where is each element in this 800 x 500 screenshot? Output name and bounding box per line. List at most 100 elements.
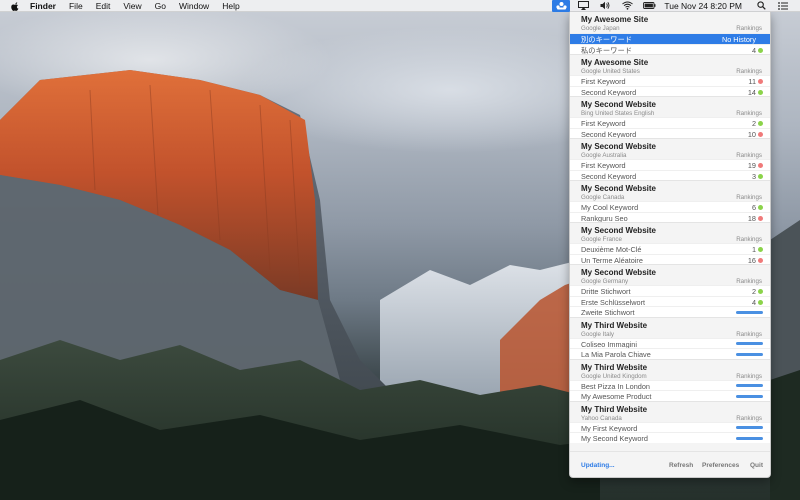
keyword-row[interactable]: Zweite Stichwort [570,306,770,317]
rankings-column-header: Rankings [736,152,762,159]
update-status: Updating... [581,462,615,469]
keyword-row[interactable]: Dritte Stichwort 2 [570,285,770,296]
refresh-button[interactable]: Refresh [669,462,693,469]
site-name: My Second Website [581,184,656,193]
site-header: My Second Website Google Germany Rankings [570,264,770,285]
battery-icon[interactable] [640,0,658,12]
rank-up-indicator-icon [758,205,763,210]
search-engine-label: Google Australia [581,152,627,159]
loading-progress-bar [736,436,763,440]
rankings-column-header: Rankings [736,278,762,285]
rankings-column-header: Rankings [736,25,762,32]
search-engine-label: Google United States [581,68,640,75]
site-header: My Second Website Google Australia Ranking… [570,138,770,159]
keyword-row[interactable]: My Cool Keyword 6 [570,201,770,212]
search-engine-label: Google Italy [581,330,615,338]
keyword-row[interactable]: 別のキーワード No History [570,33,770,44]
menu-go[interactable]: Go [155,0,166,12]
rank-up-indicator-icon [758,247,763,252]
site-header: My Second Website Google France Rankings [570,222,770,243]
loading-progress-bar [736,426,763,429]
rankings-dropdown-panel: My Awesome Site Google Japan Rankings 別のキーワ… [569,12,771,478]
wifi-icon[interactable] [618,0,636,12]
keyword-row[interactable]: First Keyword 11 [570,75,770,86]
rankings-column-header: Rankings [736,330,762,338]
menu-edit[interactable]: Edit [96,0,111,12]
volume-icon[interactable] [596,0,614,12]
site-header: My Third Website Google United Kingdom Ran… [570,358,770,380]
site-header: My Third Website Google Italy Rankings [570,316,770,338]
apple-logo-icon[interactable] [11,1,20,11]
keyword-row[interactable]: Coliseo Immagini [570,337,770,349]
rank-down-indicator-icon [758,215,763,221]
keyword-row[interactable]: La Mia Parola Chiave [570,348,770,359]
keyword-row[interactable]: Best Pizza In London [570,379,770,391]
rank-up-indicator-icon [758,173,763,179]
notification-center-icon[interactable] [774,0,792,12]
menu-window[interactable]: Window [179,0,209,12]
keyword-row[interactable]: My First Keyword [570,421,770,433]
loading-progress-bar [736,394,763,398]
keyword-row[interactable]: Erste Schlüsselwort 4 [570,295,770,307]
keyword-row[interactable]: Rankguru Seo 18 [570,211,770,223]
keyword-row[interactable]: Second Keyword 10 [570,127,770,139]
search-engine-label: Google Germany [581,278,629,285]
search-engine-label: Google France [581,236,622,243]
site-header: My Awesome Site Google Japan Rankings [570,12,770,33]
rankings-app-icon[interactable] [552,0,571,12]
site-name: My Second Website [581,268,656,277]
keyword-label: My Second Keyword [581,434,648,443]
keyword-row[interactable]: Second Keyword 3 [570,169,770,181]
keyword-row[interactable]: Un Terme Aléatoire 16 [570,253,770,265]
site-header: My Awesome Site Google United States Ranki… [570,54,770,75]
site-header: My Second Website Bing United States Engl… [570,96,770,117]
loading-progress-bar [736,352,763,356]
site-name: My Third Website [581,362,648,372]
menu-help[interactable]: Help [222,0,239,12]
preferences-button[interactable]: Preferences [702,462,739,469]
site-header: My Third Website Yahoo Canada Rankings [570,400,770,422]
rankings-column-header: Rankings [736,194,762,201]
rank-up-indicator-icon [758,299,763,305]
rank-down-indicator-icon [758,163,763,168]
keyword-row[interactable]: Deuxième Mot-Clé 1 [570,243,770,254]
rank-up-indicator-icon [758,289,763,294]
quit-button[interactable]: Quit [750,462,763,469]
rank-down-indicator-icon [758,257,763,263]
rank-up-indicator-icon [758,89,763,95]
loading-progress-bar [736,384,763,387]
loading-progress-bar [736,310,763,314]
site-name: My Awesome Site [581,15,649,24]
site-name: My Third Website [581,320,648,330]
spotlight-search-icon[interactable] [752,0,770,12]
rank-down-indicator-icon [758,79,763,84]
rank-up-indicator-icon [758,121,763,126]
app-name-menu[interactable]: Finder [30,0,56,12]
keyword-row[interactable]: 私のキーワード 4 [570,43,770,55]
keyword-row[interactable]: My Second Keyword [570,432,770,443]
site-name: My Second Website [581,226,656,235]
airplay-icon[interactable] [574,0,592,12]
site-name: My Second Website [581,100,656,109]
keyword-row[interactable]: My Awesome Product [570,390,770,401]
rank-down-indicator-icon [758,131,763,137]
menu-view[interactable]: View [123,0,141,12]
rankings-column-header: Rankings [736,372,762,380]
search-engine-label: Google Japan [581,25,620,32]
rankings-column-header: Rankings [736,68,762,75]
menu-bar: Finder File Edit View Go Window Help Tue… [0,0,800,12]
rankings-column-header: Rankings [736,110,762,117]
keyword-row[interactable]: First Keyword 19 [570,159,770,170]
keyword-row[interactable]: First Keyword 2 [570,117,770,128]
search-engine-label: Google United Kingdom [581,372,647,380]
loading-progress-bar [736,342,763,345]
site-list: My Awesome Site Google Japan Rankings 別のキーワ… [570,12,770,443]
menu-file[interactable]: File [69,0,83,12]
keyword-row[interactable]: Second Keyword 14 [570,85,770,97]
search-engine-label: Bing United States English [581,110,655,117]
site-name: My Second Website [581,142,656,151]
search-engine-label: Google Canada [581,194,625,201]
site-name: My Third Website [581,404,648,414]
menu-bar-clock[interactable]: Tue Nov 24 8:20 PM [664,1,742,11]
rank-up-indicator-icon [758,47,763,53]
